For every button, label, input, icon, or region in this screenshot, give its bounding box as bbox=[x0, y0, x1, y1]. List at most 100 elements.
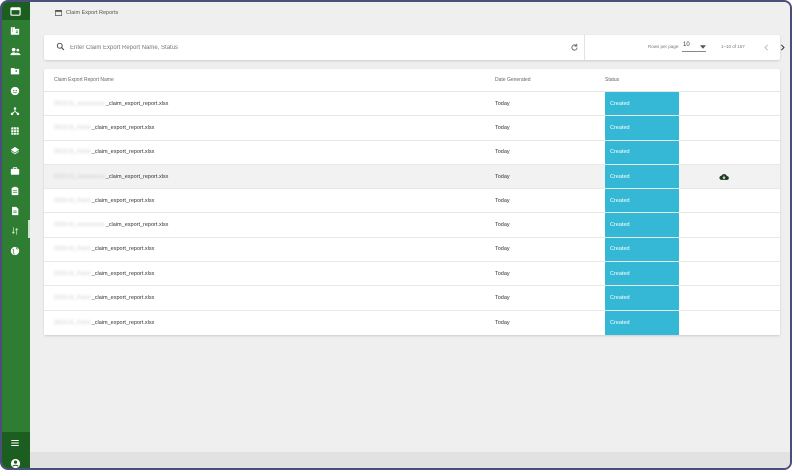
document-icon[interactable] bbox=[8, 204, 22, 218]
grid-icon[interactable] bbox=[8, 124, 22, 138]
report-name-cell: 2023-01_Finch _claim_export_report.xlsx bbox=[54, 262, 154, 285]
status-badge: Created bbox=[605, 262, 679, 286]
refresh-icon[interactable] bbox=[570, 43, 579, 52]
status-badge: Created bbox=[605, 213, 679, 237]
briefcase-icon[interactable] bbox=[8, 164, 22, 178]
account-icon[interactable] bbox=[8, 456, 22, 468]
report-name-text: _claim_export_report.xlsx bbox=[91, 149, 155, 156]
column-header-status[interactable]: Status bbox=[605, 77, 619, 83]
page-title-text: Claim Export Reports bbox=[66, 10, 119, 16]
people-icon[interactable] bbox=[8, 44, 22, 58]
report-name-prefix-redacted: 2023-01_xxxxxxxxxx bbox=[54, 222, 105, 229]
report-name-cell: 2023-01_Finch _claim_export_report.xlsx bbox=[54, 141, 154, 164]
dashboard-icon[interactable] bbox=[8, 4, 22, 18]
table-row[interactable]: 2023-01_Finch _claim_export_report.xlsx To… bbox=[44, 140, 780, 165]
footer-bar bbox=[30, 452, 790, 468]
table-row[interactable]: 2023-01_Finch _claim_export_report.xlsx To… bbox=[44, 116, 780, 141]
app-window: Claim Export Reports Rows per page: 10 1… bbox=[0, 0, 792, 470]
table-row[interactable]: 2023-01_Finch _claim_export_report.xlsx To… bbox=[44, 262, 780, 287]
download-button[interactable] bbox=[716, 165, 732, 188]
rows-per-page-value: 10 bbox=[683, 42, 690, 48]
report-name-text: _claim_export_report.xlsx bbox=[105, 222, 169, 229]
report-name-prefix-redacted: 2023-01_Finch bbox=[54, 149, 91, 156]
report-name-cell: 2023-01_Finch _claim_export_report.xlsx bbox=[54, 311, 154, 335]
report-name-prefix-redacted: 2023-01_Finch bbox=[54, 270, 91, 277]
search-input[interactable] bbox=[70, 41, 550, 54]
date-generated-cell: Today bbox=[495, 246, 510, 253]
date-generated-cell: Today bbox=[495, 197, 510, 204]
sidebar-footer bbox=[2, 432, 30, 468]
cloud-download-icon bbox=[719, 173, 729, 180]
next-page-button[interactable] bbox=[778, 43, 787, 52]
table-header: Claim Export Report Name Date Generated … bbox=[44, 69, 780, 92]
report-name-text: _claim_export_report.xlsx bbox=[105, 100, 169, 107]
clipboard-icon[interactable] bbox=[8, 184, 22, 198]
table-row[interactable]: 2023-01_Finch _claim_export_report.xlsx To… bbox=[44, 310, 780, 335]
table-row[interactable]: 2023-01_Finch _claim_export_report.xlsx To… bbox=[44, 189, 780, 214]
status-badge: Created bbox=[605, 237, 679, 262]
business-icon[interactable] bbox=[8, 24, 22, 38]
date-generated-cell: Today bbox=[495, 149, 510, 156]
rows-per-page-label: Rows per page: bbox=[648, 44, 680, 49]
report-name-cell: 2023-01_Finch _claim_export_report.xlsx bbox=[54, 286, 154, 309]
table-row[interactable]: 2023-01_Finch _claim_export_report.xlsx To… bbox=[44, 237, 780, 263]
column-header-name[interactable]: Claim Export Report Name bbox=[54, 77, 114, 83]
report-name-cell: 2023-01_xxxxxxxxxx _claim_export_report.x… bbox=[54, 92, 168, 115]
date-generated-cell: Today bbox=[495, 124, 510, 131]
menu-icon[interactable] bbox=[8, 436, 22, 450]
report-name-text: _claim_export_report.xlsx bbox=[91, 270, 155, 277]
table-row[interactable]: 2023-01_Finch _claim_export_report.xlsx To… bbox=[44, 286, 780, 311]
pagination-range: 1–10 of 157 bbox=[721, 44, 745, 49]
report-name-prefix-redacted: 2023-01_Finch bbox=[54, 197, 91, 204]
globe-icon[interactable] bbox=[8, 244, 22, 258]
report-name-prefix-redacted: 2023-01_Finch bbox=[54, 295, 91, 302]
status-badge: Created bbox=[605, 140, 679, 164]
folder-shared-icon[interactable] bbox=[8, 64, 22, 78]
report-name-text: _claim_export_report.xlsx bbox=[105, 173, 169, 180]
toolbar-divider bbox=[584, 35, 585, 60]
report-name-cell: 2023-01_xxxxxxxxxx _claim_export_report.x… bbox=[54, 213, 168, 236]
report-name-cell: 2023-01_Finch _claim_export_report.xlsx bbox=[54, 189, 154, 212]
column-header-date[interactable]: Date Generated bbox=[495, 77, 531, 83]
report-name-prefix-redacted: 2023-01_Finch bbox=[54, 246, 91, 253]
search-toolbar: Rows per page: 10 1–10 of 157 bbox=[44, 35, 785, 60]
table-row[interactable]: 2023-01_xxxxxxxxxx _claim_export_report.x… bbox=[44, 92, 780, 117]
chevron-down-icon bbox=[700, 45, 706, 49]
report-name-text: _claim_export_report.xlsx bbox=[91, 246, 155, 253]
status-badge: Created bbox=[605, 189, 679, 213]
hub-icon[interactable] bbox=[8, 104, 22, 118]
main-content: Claim Export Reports Rows per page: 10 1… bbox=[30, 2, 790, 468]
reports-table: Claim Export Report Name Date Generated … bbox=[44, 69, 780, 335]
table-body: 2023-01_xxxxxxxxxx _claim_export_report.x… bbox=[44, 92, 780, 335]
header-bar: Claim Export Reports bbox=[30, 2, 790, 22]
status-badge: Created bbox=[605, 310, 679, 335]
previous-page-button[interactable] bbox=[762, 43, 771, 52]
status-badge: Created bbox=[605, 116, 679, 140]
page-title: Claim Export Reports bbox=[55, 8, 118, 18]
report-icon bbox=[55, 10, 62, 16]
report-name-text: _claim_export_report.xlsx bbox=[91, 295, 155, 302]
sidebar bbox=[2, 2, 30, 468]
table-row[interactable]: 2023-01_xxxxxxxxxx _claim_export_report.x… bbox=[44, 213, 780, 238]
date-generated-cell: Today bbox=[495, 173, 510, 180]
report-name-text: _claim_export_report.xlsx bbox=[91, 197, 155, 204]
face-icon[interactable] bbox=[8, 84, 22, 98]
status-badge: Created bbox=[605, 164, 679, 189]
status-badge: Created bbox=[605, 286, 679, 310]
search-icon bbox=[56, 42, 65, 51]
report-name-prefix-redacted: 2023-01_Finch bbox=[54, 124, 91, 131]
table-row[interactable]: 2023-01_xxxxxxxxxx _claim_export_report.x… bbox=[44, 164, 780, 190]
date-generated-cell: Today bbox=[495, 270, 510, 277]
layers-icon[interactable] bbox=[8, 144, 22, 158]
report-name-text: _claim_export_report.xlsx bbox=[91, 319, 155, 326]
report-name-cell: 2023-01_Finch _claim_export_report.xlsx bbox=[54, 238, 154, 261]
report-name-prefix-redacted: 2023-01_Finch bbox=[54, 319, 91, 326]
date-generated-cell: Today bbox=[495, 319, 510, 326]
rows-per-page-select[interactable]: 10 bbox=[682, 42, 706, 52]
date-generated-cell: Today bbox=[495, 295, 510, 302]
swap-vertical-icon[interactable] bbox=[8, 224, 22, 238]
report-name-prefix-redacted: 2023-01_xxxxxxxxxx bbox=[54, 100, 105, 107]
report-name-text: _claim_export_report.xlsx bbox=[91, 124, 155, 131]
status-badge: Created bbox=[605, 92, 679, 116]
date-generated-cell: Today bbox=[495, 222, 510, 229]
